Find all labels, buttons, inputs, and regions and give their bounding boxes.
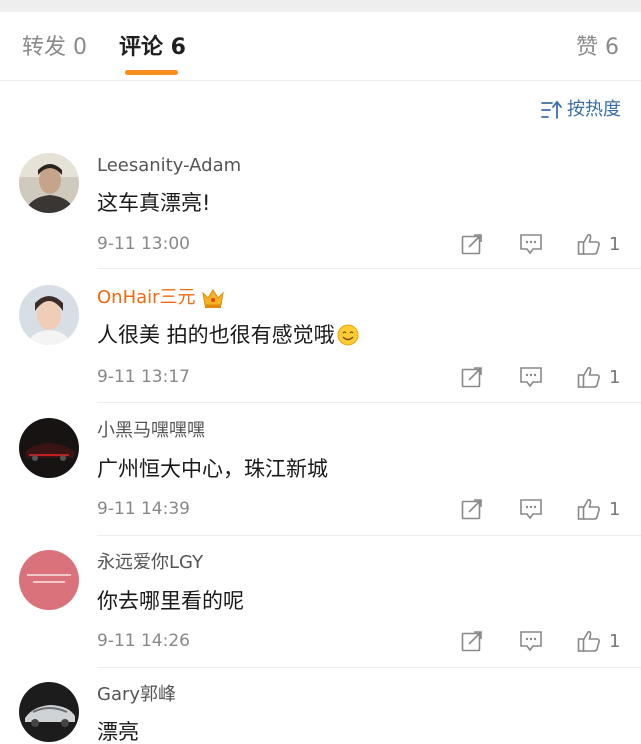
share-icon	[461, 367, 482, 388]
tab-likes[interactable]: 赞 6	[576, 36, 619, 60]
comment-username[interactable]: 永远爱你LGY	[97, 553, 203, 573]
sort-by-hot-button[interactable]: 按热度	[541, 100, 621, 120]
avatar[interactable]	[19, 285, 79, 345]
avatar[interactable]	[19, 550, 79, 610]
comment-time: 9-11 13:00	[97, 234, 190, 254]
reply-button[interactable]	[519, 232, 543, 256]
reply-button[interactable]	[519, 497, 543, 521]
comment-icon	[520, 367, 542, 388]
reply-button[interactable]	[519, 365, 543, 389]
comment-text: 广州恒大中心，珠江新城	[97, 457, 328, 481]
like-button[interactable]: 1	[577, 629, 620, 653]
comment-username[interactable]: Leesanity-Adam	[97, 156, 241, 176]
smile-emoji-icon	[337, 324, 359, 346]
reply-button[interactable]	[519, 629, 543, 653]
comment-username[interactable]: Gary郭峰	[97, 685, 176, 705]
tab-comment[interactable]: 评论 6	[119, 36, 186, 60]
thumbs-up-icon	[577, 631, 600, 652]
divider	[97, 268, 641, 269]
share-icon	[461, 499, 482, 520]
comment-text-content: 人很美 拍的也很有感觉哦	[97, 323, 335, 347]
comment-username[interactable]: 小黑马嘿嘿嘿	[97, 421, 205, 441]
comment-icon	[520, 631, 542, 652]
like-button[interactable]: 1	[577, 365, 620, 389]
divider	[97, 667, 641, 668]
comment-username[interactable]: OnHair三元	[97, 287, 225, 309]
comment-text: 这车真漂亮!	[97, 191, 211, 215]
share-button[interactable]	[461, 497, 483, 521]
comment-time: 9-11 14:26	[97, 631, 190, 651]
tab-bar: 转发 0 评论 6 赞 6	[0, 12, 641, 81]
like-button[interactable]: 1	[577, 232, 620, 256]
active-tab-indicator	[125, 70, 178, 75]
username-text: OnHair三元	[97, 287, 196, 308]
thumbs-up-icon	[577, 367, 600, 388]
comment-text: 人很美 拍的也很有感觉哦	[97, 323, 359, 347]
comment-icon	[520, 499, 542, 520]
share-button[interactable]	[461, 232, 483, 256]
sort-icon	[541, 100, 562, 119]
divider	[97, 402, 641, 403]
comment-time: 9-11 14:39	[97, 499, 190, 519]
share-icon	[461, 234, 482, 255]
share-button[interactable]	[461, 365, 483, 389]
thumbs-up-icon	[577, 234, 600, 255]
sort-label: 按热度	[567, 99, 621, 120]
tab-repost[interactable]: 转发 0	[22, 36, 87, 60]
divider	[97, 535, 641, 536]
top-strip	[0, 0, 641, 12]
thumbs-up-icon	[577, 499, 600, 520]
comment-time: 9-11 13:17	[97, 367, 190, 387]
comment-text: 漂亮	[97, 720, 139, 744]
like-button[interactable]: 1	[577, 497, 620, 521]
crown-icon	[201, 289, 224, 308]
comment-text: 你去哪里看的呢	[97, 589, 244, 613]
avatar[interactable]	[19, 153, 79, 213]
share-icon	[461, 631, 482, 652]
like-count: 1	[609, 233, 621, 255]
share-button[interactable]	[461, 629, 483, 653]
comment-icon	[520, 234, 542, 255]
avatar[interactable]	[19, 682, 79, 742]
like-count: 1	[609, 630, 621, 652]
like-count: 1	[609, 498, 621, 520]
like-count: 1	[609, 366, 621, 388]
avatar[interactable]	[19, 418, 79, 478]
